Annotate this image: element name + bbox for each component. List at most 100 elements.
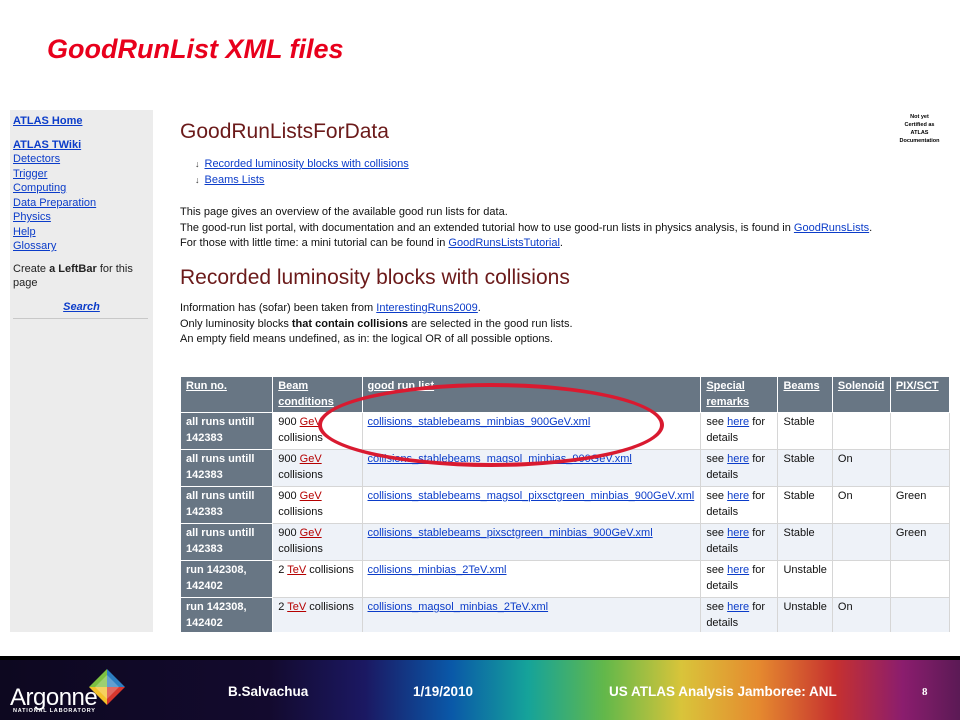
main-content: GoodRunListsForData Not yet Certified as… [179, 110, 950, 632]
cell-run-no: all runs untill 142383 [179, 449, 274, 487]
sidebar-link-atlas-home[interactable]: ATLAS Home [13, 115, 82, 127]
footer-author: B.Salvachua [228, 684, 309, 699]
here-link[interactable]: here [727, 527, 749, 539]
intro-line: The good-run list portal, with documenta… [180, 221, 791, 234]
info-line: Only luminosity blocks [180, 317, 289, 330]
sidebar-link-atlas-twiki[interactable]: ATLAS TWiki [13, 139, 81, 151]
cell-good-run-list: collisions_stablebeams_magsol_pixsctgree… [361, 486, 702, 524]
unit-link[interactable]: GeV [300, 527, 322, 539]
table-row: all runs untill 142383 900 GeV collisions… [179, 523, 950, 561]
cell-energy: 2 [278, 564, 285, 576]
sidebar-link-trigger[interactable]: Trigger [13, 168, 47, 180]
table-row: run 142308, 142402 2 TeV collisions collis… [179, 560, 950, 598]
cell-suffix: collisions [278, 505, 323, 518]
xml-file-link[interactable]: collisions_stablebeams_magsol_pixsctgree… [368, 490, 695, 502]
here-link[interactable]: here [727, 416, 749, 428]
unit-link[interactable]: TeV [287, 601, 306, 613]
page-title: GoodRunListsForData [180, 120, 389, 143]
cell-beam-conditions: 2 TeV collisions [272, 597, 363, 632]
cell-suffix: collisions [278, 542, 323, 555]
cell-pix-sct: Green [889, 486, 950, 524]
info-line: Information has (sofar) been taken from [180, 302, 374, 314]
cell-run-no: all runs untill 142383 [179, 523, 274, 561]
interesting-runs-link[interactable]: InterestingRuns2009 [376, 302, 478, 314]
footer-date: 1/19/2010 [413, 684, 474, 699]
cell-beams: Stable [777, 523, 833, 561]
here-link[interactable]: here [727, 490, 749, 502]
sidebar-link-computing[interactable]: Computing [13, 182, 66, 194]
create-prefix: Create [13, 262, 47, 275]
cell-solenoid [831, 523, 891, 561]
cell-beams: Unstable [777, 597, 833, 632]
unit-link[interactable]: TeV [287, 564, 306, 576]
info-line: An empty field means undefined, as in: t… [180, 333, 553, 345]
cell-beams: Stable [777, 449, 833, 487]
sidebar-link-physics[interactable]: Physics [13, 211, 51, 223]
section-heading: Recorded luminosity blocks with collisio… [180, 266, 570, 289]
cell-suffix: collisions [309, 564, 354, 576]
info-bold: that contain collisions [291, 317, 409, 330]
xml-file-link[interactable]: collisions_stablebeams_pixsctgreen_minbi… [368, 527, 653, 539]
sidebar-link-glossary[interactable]: Glossary [13, 240, 56, 252]
header-beams[interactable]: Beams [777, 376, 833, 413]
cell-solenoid [831, 412, 891, 450]
intro-line: This page gives an overview of the avail… [180, 206, 508, 218]
goodrunslists-link[interactable]: GoodRunsLists [794, 222, 869, 234]
cell-pix-sct [889, 412, 950, 450]
toc-link-beams-lists[interactable]: Beams Lists [205, 174, 265, 186]
toc-link-recorded-lumi[interactable]: Recorded luminosity blocks with collisio… [205, 158, 409, 170]
cell-energy: 900 [278, 527, 297, 539]
create-leftbar-text: Create a LeftBar for this page [13, 262, 150, 291]
here-link[interactable]: here [727, 601, 749, 613]
not-certified-badge: Not yet Certified as ATLAS Documentation [897, 113, 942, 145]
sidebar-search-link[interactable]: Search [13, 300, 150, 315]
sidebar-link-help[interactable]: Help [13, 226, 36, 238]
remark-text: see [706, 601, 725, 613]
cell-pix-sct [889, 560, 950, 598]
remark-text: see [706, 416, 725, 428]
unit-link[interactable]: GeV [300, 453, 322, 465]
cell-solenoid: On [831, 486, 891, 524]
cell-run-no: run 142308, 142402 [179, 560, 274, 598]
cell-special-remarks: see here for details [700, 412, 779, 450]
cell-special-remarks: see here for details [700, 560, 779, 598]
cell-special-remarks: see here for details [700, 597, 779, 632]
xml-file-link[interactable]: collisions_magsol_minbias_2TeV.xml [368, 601, 549, 613]
tutorial-link[interactable]: GoodRunsListsTutorial [448, 237, 559, 249]
cell-good-run-list: collisions_minbias_2TeV.xml [361, 560, 702, 598]
create-leftbar-link[interactable]: a LeftBar [49, 263, 97, 275]
badge-line: Documentation [899, 138, 940, 144]
remark-text: see [706, 527, 725, 539]
cell-beams: Unstable [777, 560, 833, 598]
table-of-contents: ↓ Recorded luminosity blocks with collisi… [195, 156, 409, 188]
unit-link[interactable]: GeV [300, 490, 322, 502]
cell-run-no: all runs untill 142383 [179, 486, 274, 524]
down-arrow-icon: ↓ [195, 175, 200, 185]
cell-energy: 2 [278, 601, 285, 613]
here-link[interactable]: here [727, 564, 749, 576]
info-paragraph: Information has (sofar) been taken from … [180, 301, 573, 348]
cell-run-no: run 142308, 142402 [179, 597, 274, 632]
left-sidebar: ATLAS Home ATLAS TWiki Detectors Trigger… [10, 110, 153, 632]
cell-pix-sct [889, 597, 950, 632]
cell-run-no: all runs untill 142383 [179, 412, 274, 450]
cell-suffix: collisions [309, 601, 354, 613]
here-link[interactable]: here [727, 453, 749, 465]
sidebar-link-data-preparation[interactable]: Data Preparation [13, 197, 96, 209]
cell-beam-conditions: 900 GeV collisions [272, 486, 363, 524]
sidebar-link-detectors[interactable]: Detectors [13, 153, 60, 165]
xml-file-link[interactable]: collisions_minbias_2TeV.xml [368, 564, 507, 576]
table-row: all runs untill 142383 900 GeV collisions… [179, 486, 950, 524]
footer-event: US ATLAS Analysis Jamboree: ANL [609, 684, 837, 699]
cell-special-remarks: see here for details [700, 486, 779, 524]
header-run-no[interactable]: Run no. [179, 376, 274, 413]
cell-pix-sct: Green [889, 523, 950, 561]
header-pix-sct[interactable]: PIX/SCT [889, 376, 950, 413]
cell-beams: Stable [777, 486, 833, 524]
table-row: run 142308, 142402 2 TeV collisions collis… [179, 597, 950, 632]
cell-suffix: collisions [278, 431, 323, 444]
header-special-remarks[interactable]: Special remarks [700, 376, 779, 413]
remark-text: see [706, 453, 725, 465]
cell-special-remarks: see here for details [700, 523, 779, 561]
header-solenoid[interactable]: Solenoid [831, 376, 891, 413]
